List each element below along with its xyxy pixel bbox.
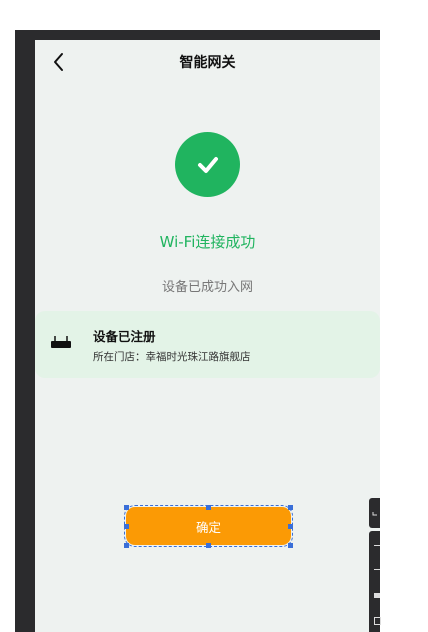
resize-handle[interactable] [288, 505, 293, 510]
store-label: 所在门店： [93, 351, 146, 363]
resize-handle[interactable] [288, 524, 293, 529]
store-info: 所在门店：幸福时光珠江路旗舰店 [93, 349, 251, 364]
phone-screen: 智能网关 Wi-Fi连接成功 设备已成功入网 设备已注册 所在门店：幸福时光珠江… [35, 40, 380, 632]
minus-icon [374, 569, 380, 570]
resize-handle[interactable] [288, 543, 293, 548]
check-icon [197, 156, 218, 173]
resize-handle[interactable] [124, 505, 129, 510]
editor-toolbar[interactable] [369, 531, 381, 632]
device-registered-title: 设备已注册 [93, 329, 156, 344]
store-name: 幸福时光珠江路旗舰店 [145, 351, 251, 363]
router-icon [51, 336, 71, 348]
confirm-button[interactable]: 确定 [124, 505, 293, 547]
resize-handle[interactable] [206, 505, 211, 510]
minus-icon [374, 545, 380, 546]
square-icon [374, 617, 381, 625]
resize-handle[interactable] [206, 543, 211, 548]
device-info-card: 设备已注册 所在门店：幸福时光珠江路旗舰店 [35, 311, 380, 378]
check-circle-icon [175, 132, 240, 197]
status-subtitle: 设备已成功入网 [161, 280, 253, 295]
editor-tool-button[interactable] [369, 498, 380, 528]
resize-handle[interactable] [124, 543, 129, 548]
success-message: Wi-Fi连接成功 [159, 233, 256, 251]
page-title: 智能网关 [179, 55, 236, 71]
undo-icon [372, 512, 377, 516]
trash-icon [374, 593, 380, 598]
resize-handle[interactable] [124, 524, 129, 529]
